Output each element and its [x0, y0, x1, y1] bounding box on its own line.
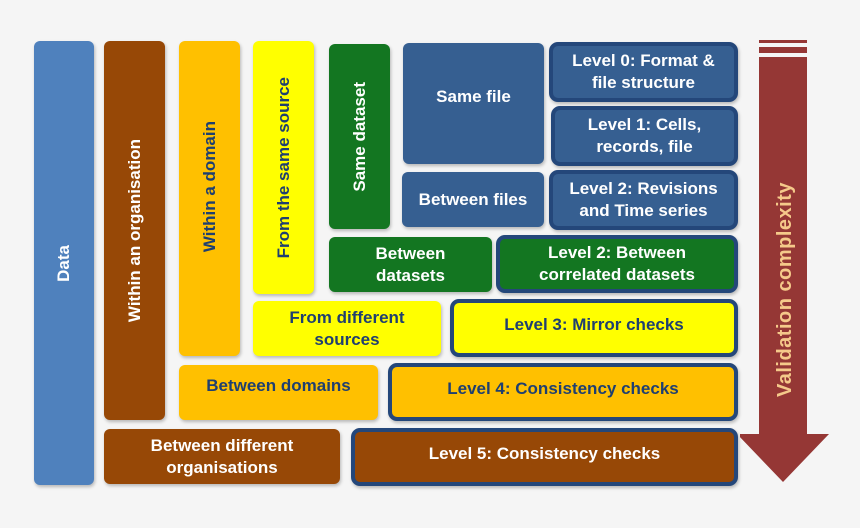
different-sources-box: From different sources [253, 301, 441, 356]
different-sources-label: From different sources [289, 307, 405, 349]
between-organisations-label: Between different organisations [150, 435, 294, 477]
same-dataset-label: Same dataset [349, 81, 369, 192]
within-domain-label: Within a domain [199, 121, 219, 253]
level-1-box: Level 1: Cells, records, file [551, 106, 738, 166]
level-2-correlated-label: Level 2: Between correlated datasets [539, 243, 695, 284]
same-source-column: From the same source [253, 41, 314, 294]
between-files-box: Between files [402, 172, 544, 227]
level-2-correlated-box: Level 2: Between correlated datasets [496, 235, 738, 293]
validation-complexity-label: Validation complexity [773, 182, 796, 398]
same-source-label: From the same source [273, 76, 293, 259]
between-domains-box: Between domains [179, 365, 378, 420]
between-datasets-box: Between datasets [329, 237, 492, 292]
level-2-revisions-label: Level 2: Revisions and Time series [569, 179, 718, 220]
same-dataset-column: Same dataset [329, 44, 390, 229]
level-3-box: Level 3: Mirror checks [450, 299, 738, 357]
level-5-label: Level 5: Consistency checks [428, 444, 661, 463]
between-organisations-box: Between different organisations [104, 429, 340, 484]
arrow-stripe-2 [759, 47, 807, 53]
level-4-box: Level 4: Consistency checks [388, 363, 738, 421]
level-0-box: Level 0: Format & file structure [549, 42, 738, 102]
between-domains-label: Between domains [206, 376, 351, 395]
level-3-label: Level 3: Mirror checks [504, 315, 684, 334]
level-1-label: Level 1: Cells, records, file [587, 115, 702, 156]
level-4-label: Level 4: Consistency checks [447, 379, 679, 398]
between-files-label: Between files [418, 189, 528, 209]
level-2-revisions-box: Level 2: Revisions and Time series [549, 170, 738, 230]
arrow-label-wrapper: Validation complexity [762, 120, 808, 460]
arrow-stripe-1 [759, 40, 807, 43]
within-organisation-label: Within an organisation [124, 138, 144, 323]
within-organisation-column: Within an organisation [104, 41, 165, 420]
data-column: Data [34, 41, 94, 485]
between-datasets-label: Between datasets [375, 243, 446, 285]
within-domain-column: Within a domain [179, 41, 240, 356]
level-0-label: Level 0: Format & file structure [572, 51, 715, 92]
data-column-label: Data [54, 244, 73, 282]
same-file-box: Same file [403, 43, 544, 164]
same-file-label: Same file [436, 87, 511, 106]
level-5-box: Level 5: Consistency checks [351, 428, 738, 486]
